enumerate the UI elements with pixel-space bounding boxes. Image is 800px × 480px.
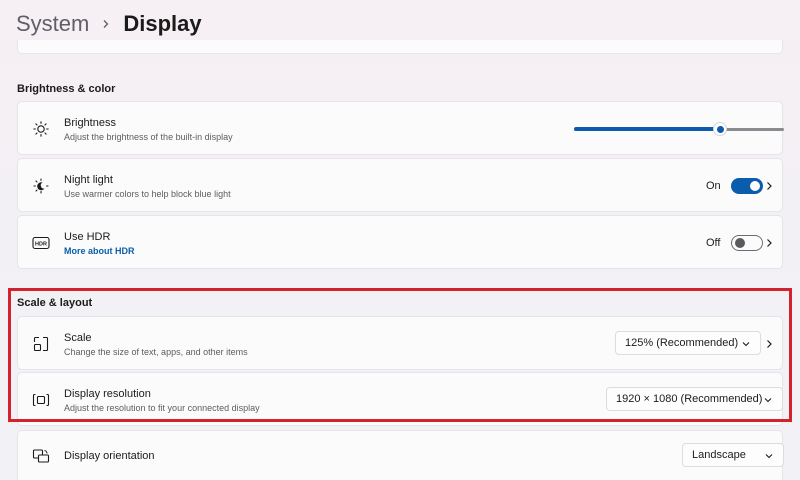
breadcrumb: System Display (16, 8, 202, 40)
scale-dropdown-value: 125% (Recommended) (625, 337, 739, 349)
chevron-down-icon (741, 339, 751, 349)
display-resolution-subtitle: Adjust the resolution to fit your connec… (64, 403, 260, 413)
orientation-icon (32, 447, 50, 465)
brightness-title: Brightness (64, 117, 116, 129)
scale-subtitle: Change the size of text, apps, and other… (64, 347, 248, 357)
display-orientation-title: Display orientation (64, 450, 155, 462)
section-title-brightness-color: Brightness & color (17, 83, 116, 95)
scale-icon (32, 335, 50, 353)
hdr-toggle[interactable] (731, 235, 763, 251)
display-resolution-card: Display resolution Adjust the resolution… (17, 372, 783, 426)
hdr-title: Use HDR (64, 231, 111, 243)
brightness-subtitle: Adjust the brightness of the built-in di… (64, 132, 233, 142)
night-light-subtitle: Use warmer colors to help block blue lig… (64, 189, 231, 199)
night-light-title: Night light (64, 174, 113, 186)
sun-icon (32, 120, 50, 138)
scale-title: Scale (64, 332, 92, 344)
night-light-icon (32, 177, 50, 195)
page-title: Display (123, 11, 202, 36)
toggle-knob (735, 238, 745, 248)
hdr-icon: HDR (32, 234, 50, 252)
chevron-right-icon[interactable] (762, 337, 776, 351)
hdr-card[interactable]: HDR Use HDR More about HDR Off (17, 215, 783, 269)
scale-dropdown[interactable]: 125% (Recommended) (615, 331, 761, 355)
night-light-card[interactable]: Night light Use warmer colors to help bl… (17, 158, 783, 212)
chevron-right-icon (101, 19, 111, 29)
more-about-hdr-link[interactable]: More about HDR (64, 246, 135, 256)
chevron-down-icon (764, 451, 774, 461)
resolution-icon (32, 391, 50, 409)
breadcrumb-system[interactable]: System (16, 11, 89, 37)
chevron-down-icon (763, 395, 773, 405)
display-resolution-dropdown-value: 1920 × 1080 (Recommended) (616, 393, 763, 405)
hdr-state-label: Off (706, 237, 721, 249)
brightness-slider[interactable] (574, 122, 784, 136)
chevron-right-icon[interactable] (762, 179, 776, 193)
display-resolution-title: Display resolution (64, 388, 151, 400)
previous-card (17, 40, 783, 54)
display-resolution-dropdown[interactable]: 1920 × 1080 (Recommended) (606, 387, 783, 411)
svg-text:HDR: HDR (35, 242, 47, 248)
brightness-card: Brightness Adjust the brightness of the … (17, 101, 784, 155)
display-orientation-dropdown-value: Landscape (692, 449, 746, 461)
display-orientation-dropdown[interactable]: Landscape (682, 443, 784, 467)
night-light-state-label: On (706, 180, 721, 192)
brightness-slider-fill (574, 127, 721, 131)
section-title-scale-layout: Scale & layout (17, 297, 93, 309)
night-light-toggle[interactable] (731, 178, 763, 194)
toggle-knob (750, 181, 760, 191)
brightness-slider-thumb[interactable] (713, 122, 728, 136)
chevron-right-icon[interactable] (762, 236, 776, 250)
scale-card[interactable]: Scale Change the size of text, apps, and… (17, 316, 783, 370)
display-orientation-card: Display orientation Landscape (17, 430, 784, 480)
